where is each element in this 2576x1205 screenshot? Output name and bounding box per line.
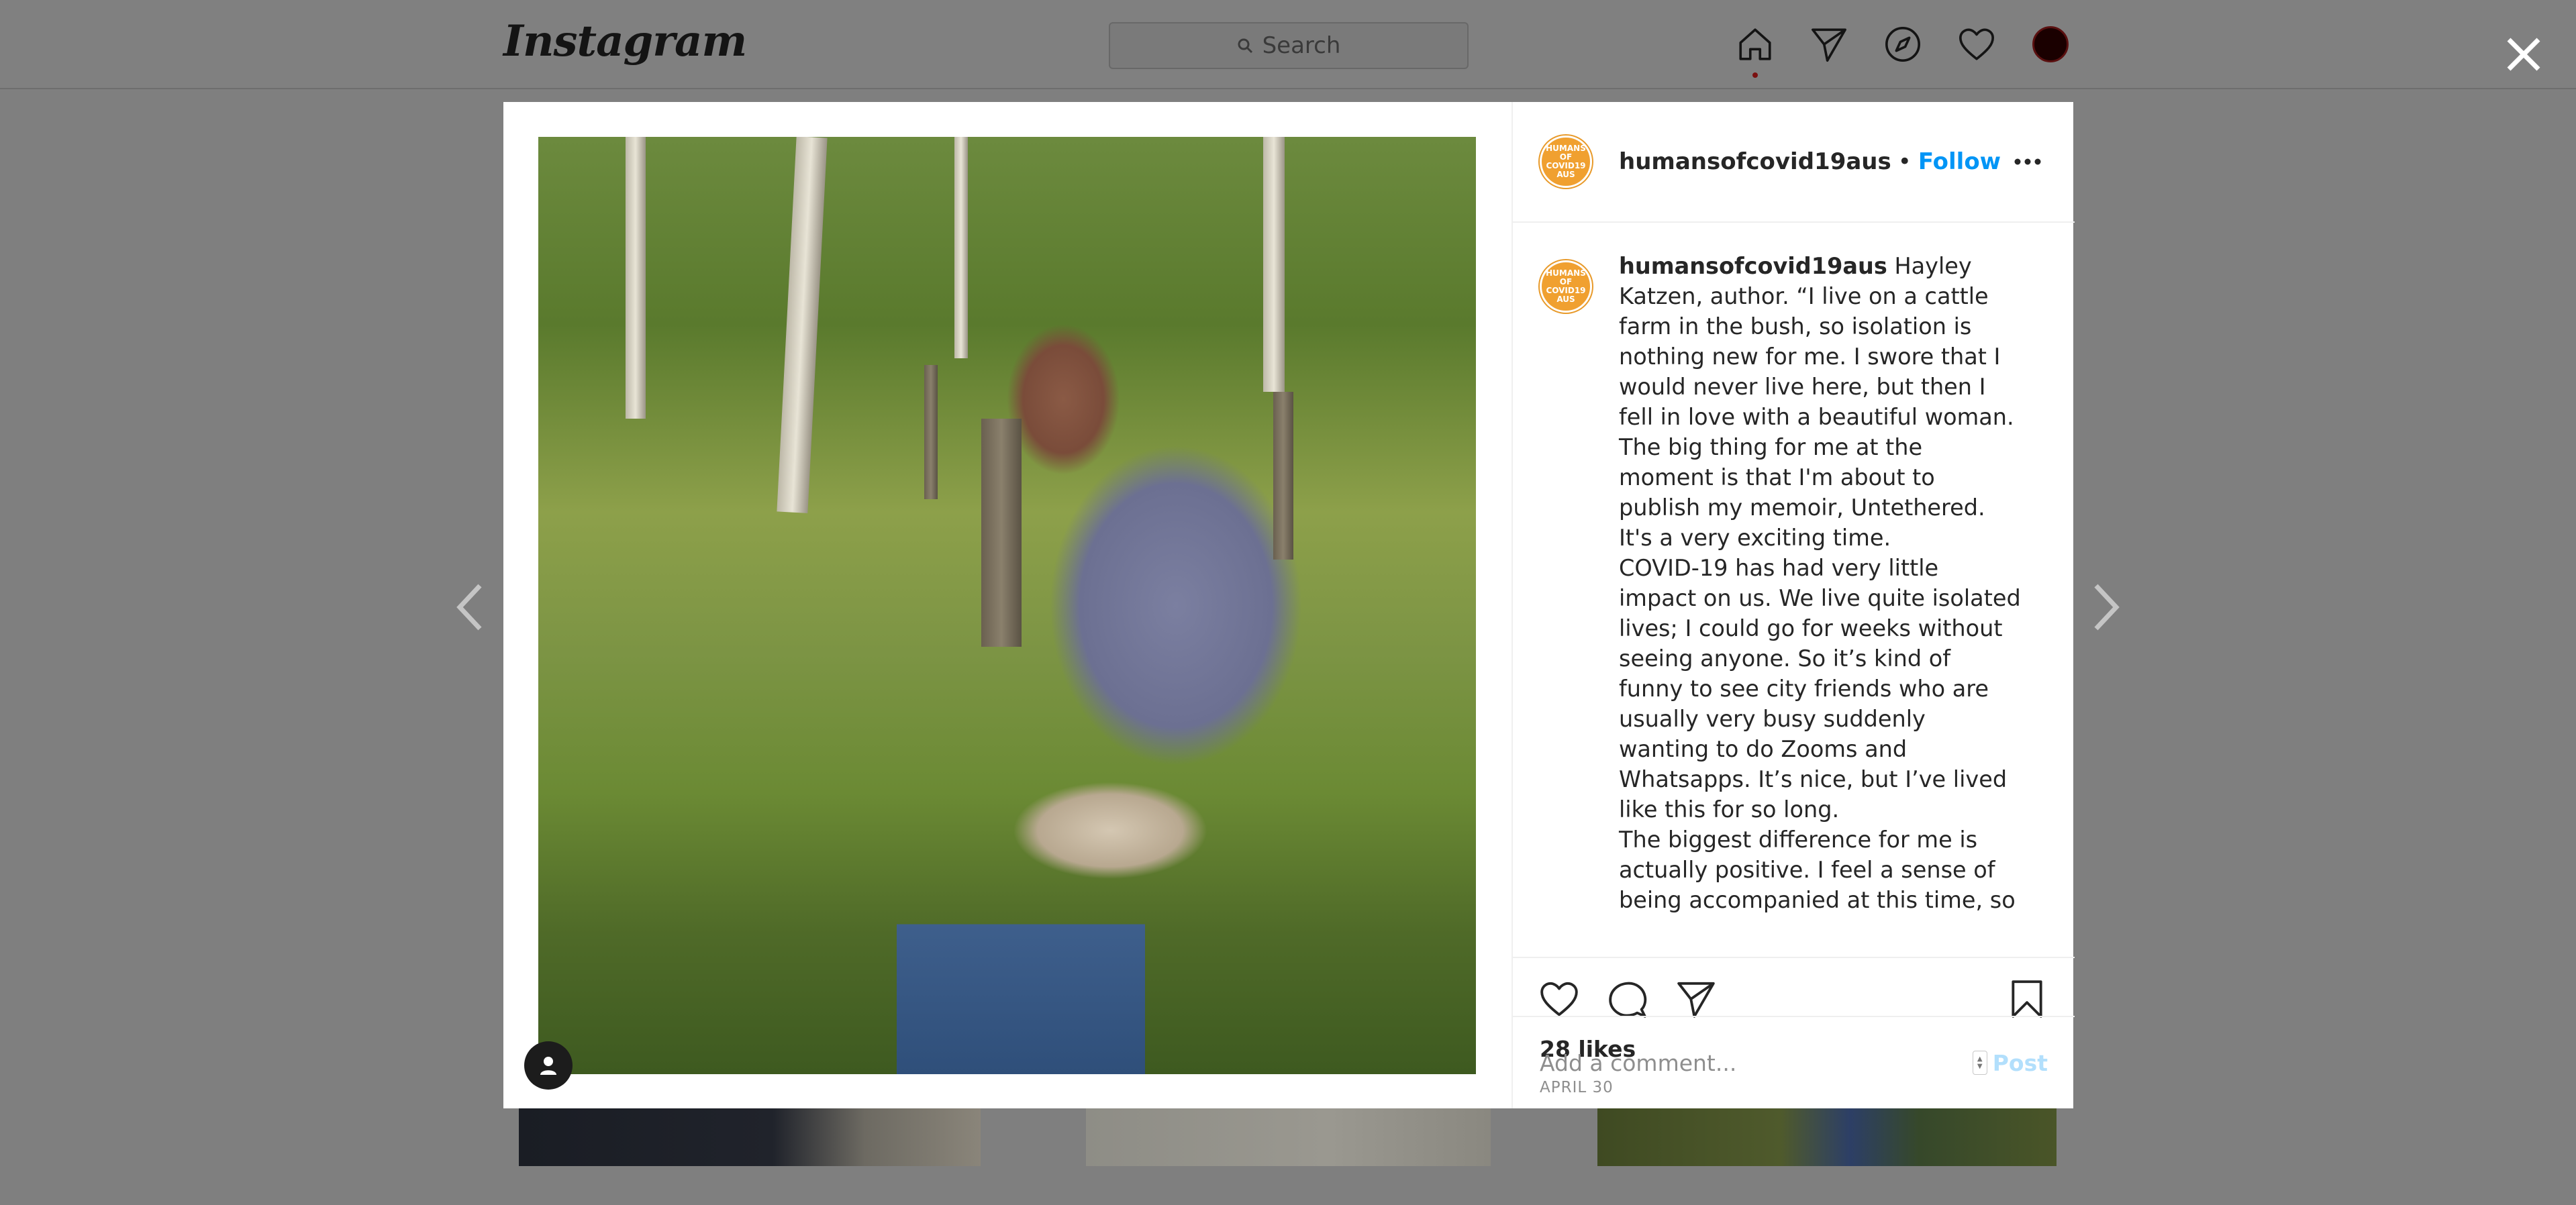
caption-paragraph: COVID-19 has had very little impact on u… — [1619, 555, 2021, 823]
profile-avatar[interactable]: HUMANS OF COVID19 AUS — [1540, 136, 1592, 188]
photo-fence-post — [981, 419, 1022, 647]
caption-paragraph-text: Hayley Katzen, author. “I live on a catt… — [1619, 253, 2014, 551]
nav-icons — [1735, 24, 2071, 78]
search-icon — [1238, 38, 1252, 54]
caption-text: humansofcovid19aus Hayley Katzen, author… — [1619, 251, 2022, 955]
post-side-panel: HUMANS OF COVID19 AUS humansofcovid19aus… — [1512, 102, 2075, 1108]
heart-icon[interactable] — [1956, 24, 1997, 64]
post-modal: HUMANS OF COVID19 AUS humansofcovid19aus… — [503, 102, 2075, 1108]
post-comment-button[interactable]: Post — [1993, 1050, 2048, 1076]
grid-thumbnail[interactable] — [1086, 1108, 1491, 1166]
caption-username[interactable]: humansofcovid19aus — [1619, 253, 1887, 279]
stepper-down-icon: ▼ — [1977, 1063, 1983, 1070]
post-photo[interactable] — [538, 137, 1476, 1074]
notification-dot — [1752, 72, 1758, 78]
photo-fence-post — [1273, 392, 1293, 560]
caption-paragraph: humansofcovid19aus Hayley Katzen, author… — [1619, 251, 2022, 553]
badge-text: HUMANS OF COVID19 AUS — [1546, 268, 1586, 305]
next-post-chevron-icon[interactable] — [2079, 577, 2133, 637]
badge-text: HUMANS OF COVID19 AUS — [1546, 143, 1586, 180]
avatar — [2032, 26, 2069, 62]
more-options-icon[interactable] — [2008, 145, 2048, 178]
stepper-up-icon: ▲ — [1977, 1055, 1983, 1063]
photo-tree — [954, 137, 968, 358]
caption-paragraph: The biggest difference for me is actuall… — [1619, 827, 2016, 913]
header-username[interactable]: humansofcovid19aus — [1619, 148, 1891, 175]
explore-icon[interactable] — [1883, 24, 1923, 64]
top-navbar: Instagram Search — [0, 0, 2576, 89]
grid-thumbnail[interactable] — [519, 1108, 981, 1166]
search-box[interactable]: Search — [1109, 22, 1469, 69]
separator-dot: • — [1897, 148, 1912, 175]
caption-avatar[interactable]: HUMANS OF COVID19 AUS — [1540, 260, 1592, 313]
search-placeholder: Search — [1262, 32, 1341, 59]
comment-input[interactable] — [1540, 1049, 1973, 1076]
resize-stepper-icon[interactable]: ▲ ▼ — [1972, 1051, 1987, 1075]
caption-area[interactable]: HUMANS OF COVID19 AUS humansofcovid19aus… — [1513, 224, 2075, 955]
share-icon[interactable] — [1675, 978, 1717, 1020]
photo-tree — [1263, 137, 1285, 392]
user-tag-icon[interactable] — [524, 1041, 573, 1090]
home-icon[interactable] — [1735, 24, 1775, 78]
profile-avatar[interactable] — [2030, 24, 2071, 64]
comment-icon[interactable] — [1607, 978, 1648, 1020]
action-icons — [1538, 978, 1717, 1020]
comment-bar: ▲ ▼ Post — [1513, 1016, 2075, 1108]
like-heart-icon[interactable] — [1538, 978, 1580, 1020]
instagram-logo[interactable]: Instagram — [503, 16, 747, 66]
direct-icon[interactable] — [1809, 24, 1849, 64]
close-icon[interactable] — [2500, 31, 2547, 78]
post-header: HUMANS OF COVID19 AUS humansofcovid19aus… — [1513, 102, 2075, 223]
previous-post-chevron-icon[interactable] — [443, 577, 497, 637]
photo-tree — [626, 137, 646, 419]
follow-button[interactable]: Follow — [1918, 148, 2001, 175]
photo-fence-post — [924, 365, 938, 499]
